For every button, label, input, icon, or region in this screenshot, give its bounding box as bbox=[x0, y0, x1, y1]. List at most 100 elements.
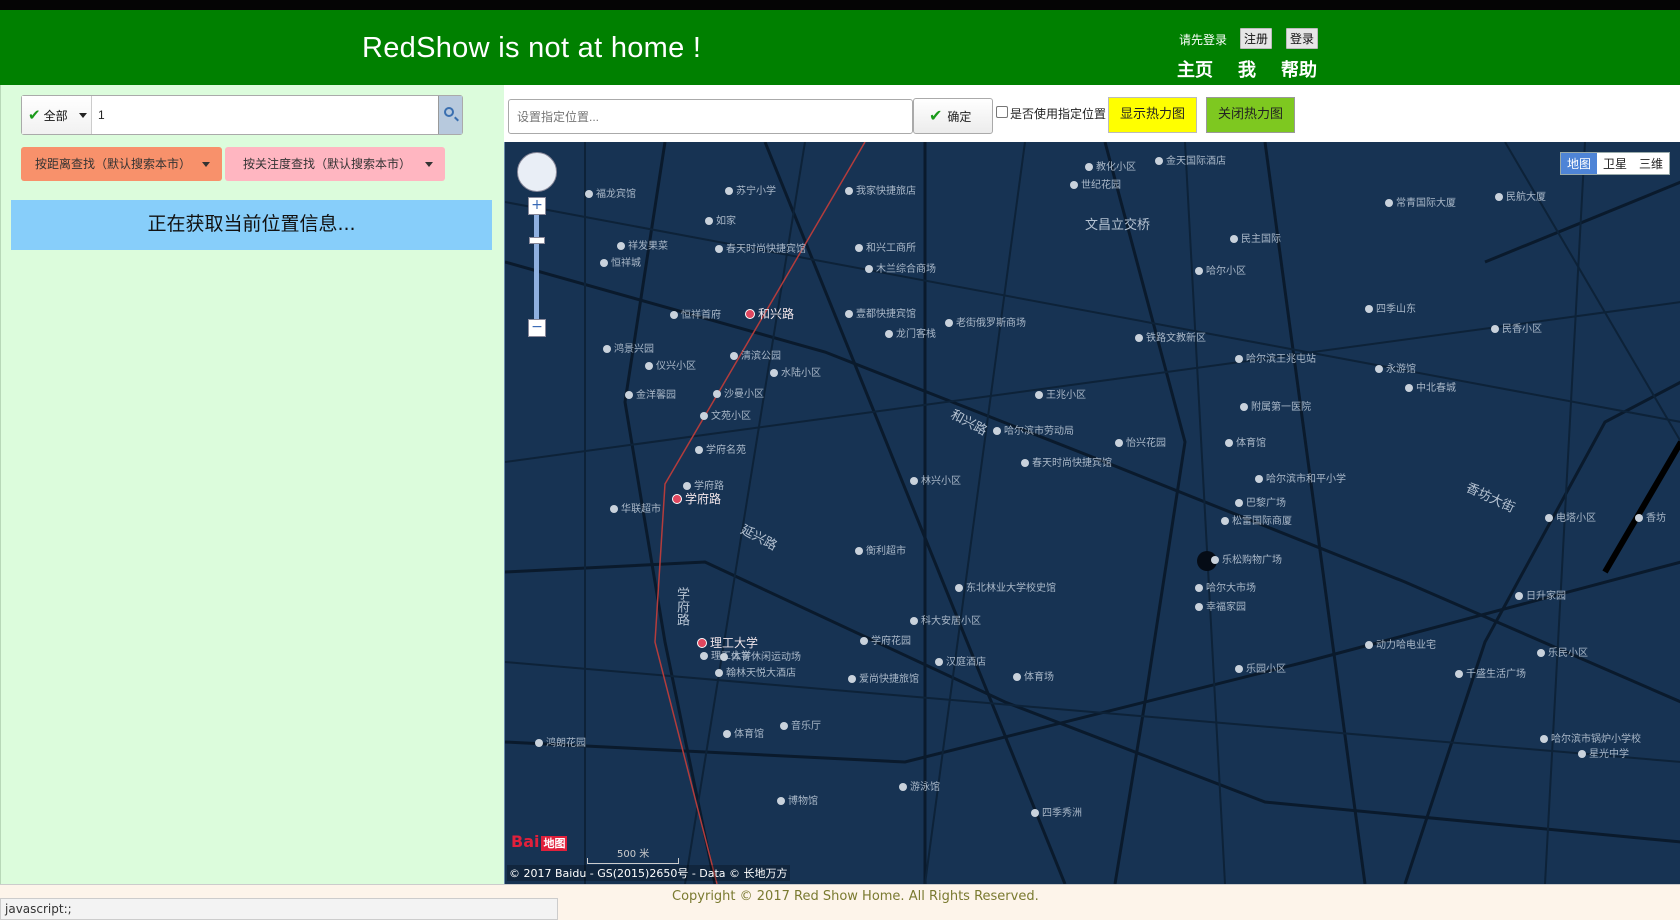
map-poi[interactable]: 哈尔滨市锅炉小学校 bbox=[1540, 730, 1641, 745]
search-input[interactable] bbox=[94, 98, 424, 132]
map-poi[interactable]: 沙曼小区 bbox=[713, 385, 764, 400]
map-poi[interactable]: 学府花园 bbox=[860, 632, 911, 647]
nav-home-link[interactable]: 主页 bbox=[1177, 56, 1213, 82]
check-icon: ✔ bbox=[929, 106, 943, 125]
map-poi[interactable]: 民香小区 bbox=[1491, 320, 1542, 335]
map-poi[interactable]: 祥发果菜 bbox=[617, 237, 668, 252]
map-poi[interactable]: 松雷国际商厦 bbox=[1221, 512, 1292, 527]
map-poi[interactable]: 体育馆 bbox=[723, 725, 764, 740]
sort-by-distance-button[interactable]: 按距离查找（默认搜索本市） bbox=[21, 147, 222, 181]
zoom-slider-handle[interactable] bbox=[529, 237, 545, 244]
map-poi[interactable]: 华联超市 bbox=[610, 500, 661, 515]
map-poi[interactable]: 科大安居小区 bbox=[910, 612, 981, 627]
map-poi[interactable]: 怡兴花园 bbox=[1115, 434, 1166, 449]
map-poi[interactable]: 老街俄罗斯商场 bbox=[945, 314, 1026, 329]
map-poi[interactable]: 哈尔滨市和平小学 bbox=[1255, 470, 1346, 485]
map-poi[interactable]: 清滨公园 bbox=[730, 347, 781, 362]
map-poi[interactable]: 游泳馆 bbox=[899, 778, 940, 793]
map-poi[interactable]: 四季秀洲 bbox=[1031, 804, 1082, 819]
map-poi[interactable]: 体育馆 bbox=[1225, 434, 1266, 449]
map-poi[interactable]: 体育休闲运动场 bbox=[720, 648, 801, 663]
map-type-normal[interactable]: 地图 bbox=[1560, 153, 1597, 174]
map-poi[interactable]: 香坊 bbox=[1635, 509, 1666, 524]
map-poi[interactable]: 鸿朗花园 bbox=[535, 734, 586, 749]
map-poi[interactable]: 常青国际大厦 bbox=[1385, 194, 1456, 209]
map-type-satellite[interactable]: 卫星 bbox=[1597, 153, 1633, 174]
search-button[interactable] bbox=[438, 96, 462, 134]
map-poi[interactable]: 文苑小区 bbox=[700, 407, 751, 422]
close-heatmap-button[interactable]: 关闭热力图 bbox=[1206, 97, 1295, 133]
zoom-out-button[interactable]: − bbox=[528, 319, 546, 337]
map-poi[interactable]: 衡利超市 bbox=[855, 542, 906, 557]
zoom-slider-track[interactable] bbox=[534, 215, 539, 319]
map-poi[interactable]: 博物馆 bbox=[777, 792, 818, 807]
map-poi[interactable]: 幸福家园 bbox=[1195, 598, 1246, 613]
show-heatmap-button[interactable]: 显示热力图 bbox=[1108, 97, 1197, 133]
confirm-button[interactable]: ✔ 确定 bbox=[913, 98, 993, 134]
map-poi[interactable]: 铁路文教新区 bbox=[1135, 329, 1206, 344]
map-poi[interactable]: 和兴工商所 bbox=[855, 239, 916, 254]
map-poi[interactable]: 福龙宾馆 bbox=[585, 185, 636, 200]
map-canvas[interactable]: 和兴路 延兴路 学府路 香坊大街 文昌立交桥 和兴路 学府路 理工大学 福龙宾馆… bbox=[504, 142, 1680, 884]
map-poi[interactable]: 壹都快捷宾馆 bbox=[845, 305, 916, 320]
register-button[interactable]: 注册 bbox=[1240, 28, 1273, 49]
map-poi[interactable]: 音乐厅 bbox=[780, 717, 821, 732]
chevron-down-icon bbox=[425, 162, 433, 167]
map-poi[interactable]: 体育场 bbox=[1013, 668, 1054, 683]
map-poi[interactable]: 永游馆 bbox=[1375, 360, 1416, 375]
scope-select[interactable]: ✔ 全部 bbox=[22, 96, 92, 134]
map-poi[interactable]: 春天时尚快捷宾馆 bbox=[715, 240, 806, 255]
map-poi[interactable]: 林兴小区 bbox=[910, 472, 961, 487]
map-poi[interactable]: 电塔小区 bbox=[1545, 509, 1596, 524]
nav-help-link[interactable]: 帮助 bbox=[1281, 56, 1317, 82]
map-poi[interactable]: 春天时尚快捷宾馆 bbox=[1021, 454, 1112, 469]
map-poi[interactable]: 教化小区 bbox=[1085, 158, 1136, 173]
sort-by-attention-button[interactable]: 按关注度查找（默认搜索本市） bbox=[225, 147, 445, 181]
map-poi[interactable]: 乐民小区 bbox=[1537, 644, 1588, 659]
map-poi[interactable]: 龙门客栈 bbox=[885, 325, 936, 340]
map-poi[interactable]: 民航大厦 bbox=[1495, 188, 1546, 203]
map-poi[interactable]: 我家快捷旅店 bbox=[845, 182, 916, 197]
map-poi[interactable]: 民主国际 bbox=[1230, 230, 1281, 245]
address-input[interactable] bbox=[508, 99, 913, 134]
nav-me-link[interactable]: 我 bbox=[1238, 56, 1256, 82]
map-poi[interactable]: 学府名苑 bbox=[695, 441, 746, 456]
sidebar-panel: ✔全部 按距离查找（默认搜索本市） 按关注度查找（默认搜索本市） 正在获取当前位… bbox=[0, 85, 504, 885]
map-poi[interactable]: 动力哈电业宅 bbox=[1365, 636, 1436, 651]
map-poi[interactable]: 中北春城 bbox=[1405, 379, 1456, 394]
use-location-checkbox[interactable] bbox=[996, 106, 1008, 118]
pan-control-icon[interactable] bbox=[517, 152, 557, 192]
map-poi[interactable]: 哈尔滨市劳动局 bbox=[993, 422, 1074, 437]
map-poi[interactable]: 恒祥城 bbox=[600, 254, 641, 269]
zoom-in-button[interactable]: + bbox=[528, 197, 546, 215]
login-button[interactable]: 登录 bbox=[1286, 28, 1319, 49]
map-poi[interactable]: 爱尚快捷旅馆 bbox=[848, 670, 919, 685]
map-poi[interactable]: 学府路 bbox=[683, 477, 724, 492]
map-poi[interactable]: 翰林天悦大酒店 bbox=[715, 664, 796, 679]
map-poi[interactable]: 王兆小区 bbox=[1035, 386, 1086, 401]
map-poi[interactable]: 哈尔大市场 bbox=[1195, 579, 1256, 594]
map-poi[interactable]: 仪兴小区 bbox=[645, 357, 696, 372]
map-poi[interactable]: 哈尔小区 bbox=[1195, 262, 1246, 277]
map-poi[interactable]: 苏宁小学 bbox=[725, 182, 776, 197]
map-poi[interactable]: 水陆小区 bbox=[770, 364, 821, 379]
map-poi[interactable]: 世纪花园 bbox=[1070, 176, 1121, 191]
map-poi[interactable]: 巴黎广场 bbox=[1235, 494, 1286, 509]
map-poi[interactable]: 金天国际酒店 bbox=[1155, 152, 1226, 167]
map-poi[interactable]: 金洋馨园 bbox=[625, 386, 676, 401]
map-type-3d[interactable]: 三维 bbox=[1633, 153, 1669, 174]
map-poi[interactable]: 东北林业大学校史馆 bbox=[955, 579, 1056, 594]
map-poi[interactable]: 日升家园 bbox=[1515, 587, 1566, 602]
map-poi[interactable]: 四季山东 bbox=[1365, 300, 1416, 315]
map-poi[interactable]: 乐松购物广场 bbox=[1211, 551, 1282, 566]
map-poi[interactable]: 木兰综合商场 bbox=[865, 260, 936, 275]
map-poi[interactable]: 鸿景兴园 bbox=[603, 340, 654, 355]
map-poi[interactable]: 哈尔滨王兆屯站 bbox=[1235, 350, 1316, 365]
map-poi[interactable]: 汉庭酒店 bbox=[935, 653, 986, 668]
map-poi[interactable]: 如家 bbox=[705, 212, 736, 227]
map-poi[interactable]: 附属第一医院 bbox=[1240, 398, 1311, 413]
map-poi[interactable]: 星光中学 bbox=[1578, 745, 1629, 760]
map-poi[interactable]: 恒祥首府 bbox=[670, 306, 721, 321]
map-poi[interactable]: 乐园小区 bbox=[1235, 660, 1286, 675]
map-poi[interactable]: 千盛生活广场 bbox=[1455, 665, 1526, 680]
